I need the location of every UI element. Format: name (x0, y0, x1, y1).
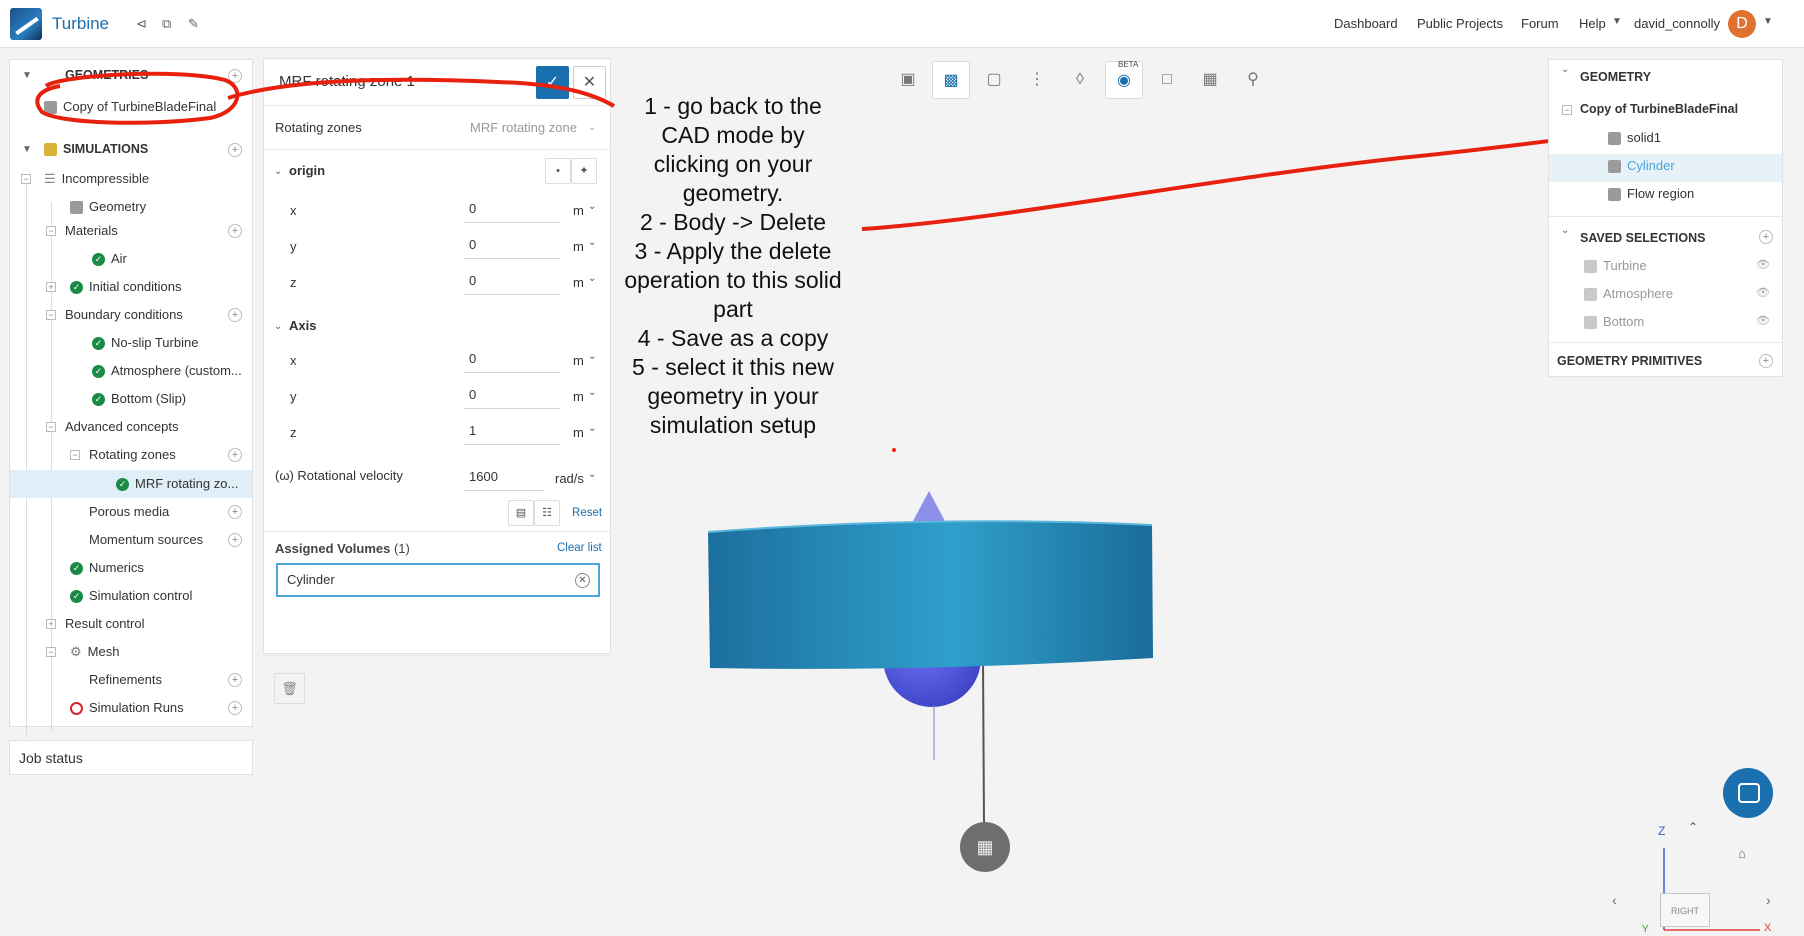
eye-icon[interactable]: 👁 (1756, 258, 1770, 271)
saved-selection-atmosphere[interactable]: Atmosphere (1584, 286, 1674, 302)
rotate-left-icon[interactable]: ‹ (1612, 892, 1617, 908)
selection-icon (1584, 288, 1597, 302)
part-flow-region[interactable]: Flow region (1608, 186, 1695, 202)
divider (1549, 216, 1782, 217)
part-icon (1608, 160, 1621, 174)
annotation-circle-geometry (35, 71, 240, 125)
home-view-icon[interactable]: ⌂ (1738, 846, 1746, 861)
part-cylinder-label: Cylinder (1627, 158, 1675, 173)
divider (1549, 342, 1782, 343)
part-solid1[interactable]: solid1 (1608, 130, 1661, 146)
selection-icon (1584, 316, 1597, 330)
mesh-pointer-line (982, 659, 985, 826)
saved-bottom-label: Bottom (1603, 314, 1645, 329)
geometry-chevron-icon[interactable]: ⌄ (1561, 64, 1569, 75)
geometry-name[interactable]: Copy of TurbineBladeFinal (1580, 102, 1738, 116)
collapse-icon[interactable]: − (1562, 105, 1572, 115)
saved-turbine-label: Turbine (1603, 258, 1647, 273)
z-axis-label: Z (1658, 824, 1666, 838)
part-icon (1608, 188, 1621, 202)
annotation-arrow-right (861, 136, 1575, 231)
add-saved-selection-button[interactable]: + (1759, 230, 1773, 244)
probe-point (892, 448, 896, 452)
selection-icon (1584, 260, 1597, 274)
annotation-arrow-line (227, 77, 616, 108)
part-cylinder[interactable]: Cylinder (1608, 158, 1675, 174)
x-axis-label: X (1764, 922, 1772, 934)
add-primitive-button[interactable]: + (1759, 354, 1773, 368)
saved-selections-title: SAVED SELECTIONS (1580, 231, 1706, 245)
annotation-instructions: 1 - go back to the CAD mode by clicking … (624, 93, 842, 438)
chat-support-icon[interactable] (1723, 768, 1773, 818)
mesh-node-icon[interactable]: ▦ (960, 822, 1010, 872)
viewer-canvas[interactable] (0, 0, 1804, 936)
part-solid1-label: solid1 (1627, 130, 1661, 145)
y-axis-label: Y (1642, 924, 1649, 935)
saved-selections-chevron-icon[interactable]: ⌄ (1561, 225, 1569, 236)
view-cube[interactable]: RIGHT (1660, 893, 1710, 927)
saved-selection-turbine[interactable]: Turbine (1584, 258, 1647, 274)
saved-atmosphere-label: Atmosphere (1603, 286, 1674, 301)
cylinder-body[interactable] (708, 521, 1153, 669)
eye-icon[interactable]: 👁 (1756, 314, 1770, 327)
geometry-primitives-title: GEOMETRY PRIMITIVES (1557, 354, 1703, 368)
eye-icon[interactable]: 👁 (1756, 286, 1770, 299)
rotate-right-icon[interactable]: › (1766, 892, 1771, 908)
geometry-section-title: GEOMETRY (1580, 70, 1652, 84)
geometry-tree-panel: ⌄ GEOMETRY − Copy of TurbineBladeFinal s… (1548, 59, 1783, 377)
rotate-up-icon[interactable]: ⌃ (1688, 820, 1698, 834)
part-icon (1608, 132, 1621, 146)
cone-tip (912, 491, 946, 523)
part-flow-region-label: Flow region (1627, 186, 1695, 201)
saved-selection-bottom[interactable]: Bottom (1584, 314, 1645, 330)
